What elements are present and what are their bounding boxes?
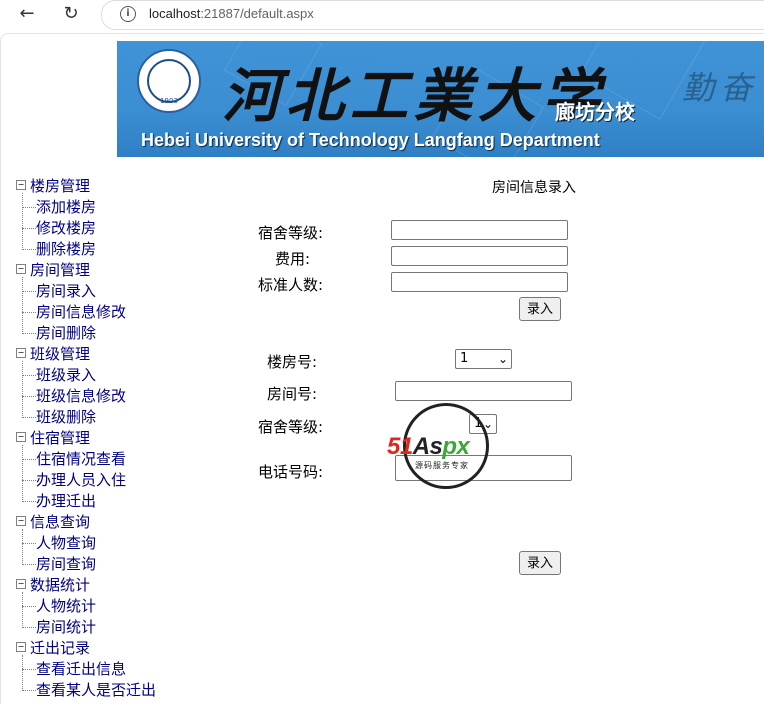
tree-item[interactable]: 班级录入 — [36, 365, 96, 385]
tree-connector — [22, 312, 36, 313]
submit-button-2[interactable]: 录入 — [519, 551, 561, 575]
tree-connector — [22, 207, 36, 208]
tree-item[interactable]: 办理迁出 — [36, 491, 96, 511]
collapse-icon[interactable]: − — [16, 578, 26, 589]
tree-item[interactable]: 删除楼房 — [36, 239, 96, 259]
arrow-left-icon[interactable]: ← — [16, 3, 38, 25]
tree-item[interactable]: 房间统计 — [36, 617, 96, 637]
tree-connector — [22, 193, 23, 250]
tree-connector — [22, 249, 36, 250]
tree-item[interactable]: 房间删除 — [36, 323, 96, 343]
phone-label: 电话号码: — [258, 463, 324, 481]
tree-item[interactable]: 房间录入 — [36, 281, 96, 301]
tree-connector — [22, 417, 36, 418]
tree-connector — [22, 690, 36, 691]
collapse-icon[interactable]: − — [16, 347, 26, 358]
tree-connector — [22, 291, 36, 292]
dorm-level-label: 宿舍等级: — [258, 224, 324, 242]
tree-connector — [22, 333, 36, 334]
university-name-en: Hebei University of Technology Langfang … — [141, 130, 600, 150]
tree-item[interactable]: 人物查询 — [36, 533, 96, 553]
room-number-input[interactable] — [395, 381, 572, 401]
tree-connector — [22, 375, 36, 376]
motto-text: 勤奋 — [682, 69, 759, 107]
capacity-input[interactable] — [391, 272, 568, 292]
dorm-level-label-2: 宿舍等级: — [258, 418, 324, 436]
tree-group-label[interactable]: 楼房管理 — [30, 177, 90, 195]
collapse-icon[interactable]: − — [16, 431, 26, 442]
university-seal-logo: 1903 — [137, 49, 201, 113]
tree-group-2[interactable]: − 班级管理 — [16, 344, 90, 364]
dorm-level-input[interactable] — [391, 220, 568, 240]
tree-group-label[interactable]: 住宿管理 — [30, 429, 90, 447]
tree-item[interactable]: 人物统计 — [36, 596, 96, 616]
tree-group-label[interactable]: 迁出记录 — [30, 639, 90, 657]
collapse-icon[interactable]: − — [16, 263, 26, 274]
tree-connector — [22, 564, 36, 565]
tree-connector — [22, 480, 36, 481]
tree-group-0[interactable]: − 楼房管理 — [16, 176, 90, 196]
tree-connector — [22, 669, 36, 670]
collapse-icon[interactable]: − — [16, 515, 26, 526]
building-label: 楼房号: — [267, 353, 318, 371]
tree-group-label[interactable]: 数据统计 — [30, 576, 90, 594]
collapse-icon[interactable]: − — [16, 641, 26, 652]
collapse-icon[interactable]: − — [16, 179, 26, 190]
building-select[interactable]: 1 ⌄ — [455, 349, 512, 369]
tree-item[interactable]: 查看迁出信息 — [36, 659, 126, 679]
tree-group-4[interactable]: − 信息查询 — [16, 512, 90, 532]
tree-connector — [22, 606, 36, 607]
tree-connector — [22, 396, 36, 397]
chevron-down-icon: ⌄ — [497, 352, 508, 366]
browser-toolbar: ← ↻ i localhost:21887/default.aspx — [0, 0, 764, 30]
tree-connector — [22, 228, 36, 229]
tree-item[interactable]: 班级删除 — [36, 407, 96, 427]
header-banner: 1903 河北工業大学 廊坊分校 勤奋 Hebei University of … — [117, 41, 764, 157]
tree-item[interactable]: 查看某人是否迁出 — [36, 680, 156, 700]
submit-button-1[interactable]: 录入 — [519, 297, 561, 321]
tree-item[interactable]: 班级信息修改 — [36, 386, 126, 406]
tree-item[interactable]: 办理人员入住 — [36, 470, 126, 490]
tree-item[interactable]: 添加楼房 — [36, 197, 96, 217]
tree-connector — [22, 361, 23, 418]
fee-label: 费用: — [275, 250, 311, 268]
tree-group-1[interactable]: − 房间管理 — [16, 260, 90, 280]
tree-item[interactable]: 房间查询 — [36, 554, 96, 574]
fee-input[interactable] — [391, 246, 568, 266]
tree-group-3[interactable]: − 住宿管理 — [16, 428, 90, 448]
url-text: localhost:21887/default.aspx — [149, 6, 314, 21]
room-number-label: 房间号: — [267, 385, 318, 403]
reload-icon[interactable]: ↻ — [60, 3, 82, 25]
capacity-label: 标准人数: — [258, 276, 324, 294]
tree-group-6[interactable]: − 迁出记录 — [16, 638, 90, 658]
campus-name-cn: 廊坊分校 — [555, 100, 635, 124]
tree-group-label[interactable]: 信息查询 — [30, 513, 90, 531]
tree-connector — [22, 592, 23, 628]
tree-item[interactable]: 修改楼房 — [36, 218, 96, 238]
tree-connector — [22, 277, 23, 334]
tree-group-label[interactable]: 班级管理 — [30, 345, 90, 363]
tree-connector — [22, 543, 36, 544]
tree-item[interactable]: 住宿情况查看 — [36, 449, 126, 469]
tree-connector — [22, 501, 36, 502]
form-title: 房间信息录入 — [492, 180, 576, 196]
address-bar[interactable]: i localhost:21887/default.aspx — [101, 0, 764, 30]
tree-connector — [22, 529, 23, 565]
tree-group-5[interactable]: − 数据统计 — [16, 575, 90, 595]
tree-connector — [22, 459, 36, 460]
51aspx-watermark-logo: 51Aspx 源码服务专家 — [385, 403, 515, 493]
info-icon[interactable]: i — [120, 6, 136, 22]
university-name-cn: 河北工業大学 — [222, 62, 607, 130]
tree-item[interactable]: 房间信息修改 — [36, 302, 126, 322]
tree-connector — [22, 655, 23, 691]
tree-connector — [22, 445, 23, 502]
tree-connector — [22, 627, 36, 628]
tree-group-label[interactable]: 房间管理 — [30, 261, 90, 279]
